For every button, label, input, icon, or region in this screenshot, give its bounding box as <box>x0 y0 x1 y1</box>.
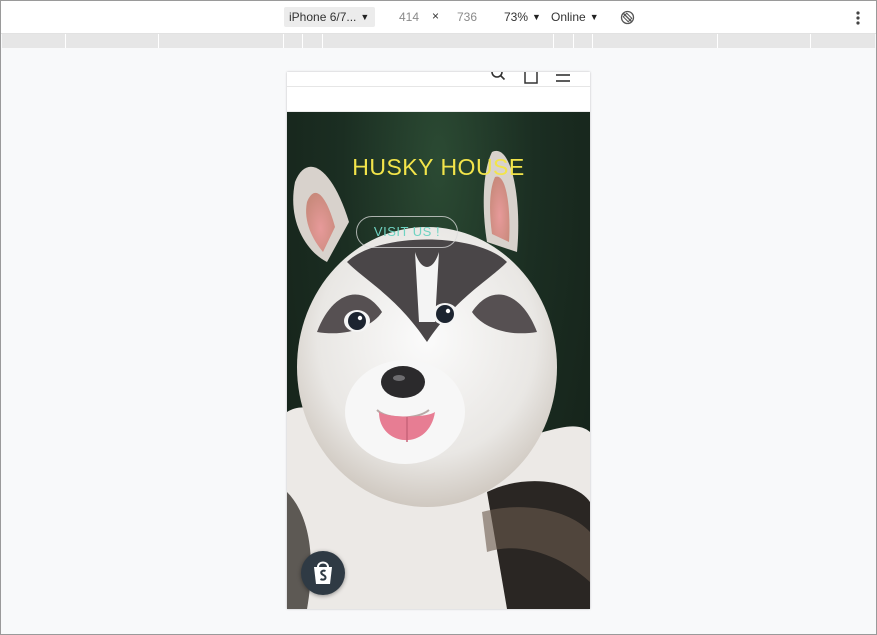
height-input[interactable]: 736 <box>450 10 484 24</box>
ruler-mark <box>717 34 718 48</box>
caret-down-icon: ▼ <box>360 12 370 22</box>
announcement-bar <box>287 87 590 112</box>
ruler-mark <box>158 34 159 48</box>
hero-title: HUSKY HOUSE <box>352 154 525 180</box>
husky-puppy-photo <box>287 150 590 609</box>
ruler-mark <box>810 34 811 48</box>
ruler-mark <box>553 34 554 48</box>
cart-icon[interactable] <box>523 72 539 84</box>
device-name: iPhone 6/7... <box>289 10 357 24</box>
hero-banner: HUSKY HOUSE VISIT US ! <box>287 112 590 609</box>
network-value: Online <box>551 10 586 24</box>
media-query-bar[interactable] <box>2 34 875 48</box>
caret-down-icon: ▼ <box>532 12 541 22</box>
ruler-mark <box>573 34 574 48</box>
device-select[interactable]: iPhone 6/7... ▼ <box>284 7 375 27</box>
dimension-separator: × <box>432 9 440 23</box>
devtools-frame: iPhone 6/7... ▼ 414 × 736 73% ▼ Online ▼ <box>0 0 877 635</box>
zoom-select[interactable]: 73% ▼ <box>504 10 541 24</box>
device-toolbar: iPhone 6/7... ▼ 414 × 736 73% ▼ Online ▼ <box>1 1 876 34</box>
emulated-viewport: HUSKY HOUSE VISIT US ! <box>287 72 590 609</box>
ruler-mark <box>592 34 593 48</box>
caret-down-icon: ▼ <box>589 12 599 22</box>
network-throttle-select[interactable]: Online ▼ <box>551 10 599 24</box>
search-icon[interactable] <box>490 72 506 82</box>
shopify-bag-icon[interactable] <box>301 551 345 595</box>
visit-us-button[interactable]: VISIT US ! <box>356 216 458 248</box>
more-options-icon[interactable] <box>852 9 864 27</box>
zoom-value: 73% <box>504 10 529 24</box>
ruler-mark <box>283 34 284 48</box>
menu-icon[interactable] <box>555 72 571 84</box>
site-header <box>287 72 590 87</box>
ruler-mark <box>322 34 323 48</box>
ruler-mark <box>302 34 303 48</box>
width-input[interactable]: 414 <box>392 10 426 24</box>
rotate-icon[interactable] <box>620 10 635 25</box>
ruler-mark <box>65 34 66 48</box>
